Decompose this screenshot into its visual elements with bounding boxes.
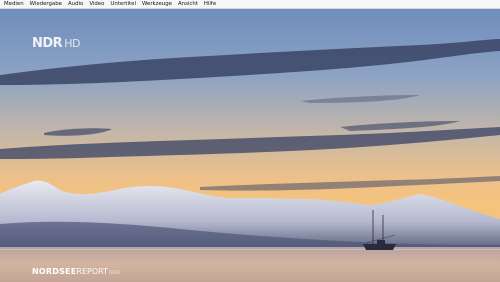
channel-logo-suffix: HD	[64, 37, 80, 50]
program-caption: NORDSEEREPORTNDR	[32, 267, 120, 276]
video-viewport[interactable]: NDR HD	[0, 9, 500, 282]
channel-logo: NDR HD	[32, 36, 80, 51]
menu-help[interactable]: Hilfe	[204, 0, 216, 8]
menu-bar: Medien Wiedergabe Audio Video Untertitel…	[0, 0, 500, 9]
menu-view[interactable]: Ansicht	[178, 0, 198, 8]
channel-logo-text: NDR	[32, 36, 63, 51]
menu-audio[interactable]: Audio	[68, 0, 83, 8]
menu-subtitle[interactable]: Untertitel	[110, 0, 136, 8]
menu-media[interactable]: Medien	[4, 0, 24, 8]
program-caption-small: NDR	[109, 270, 121, 276]
program-caption-regular: REPORT	[76, 267, 108, 276]
menu-tools[interactable]: Werkzeuge	[142, 0, 172, 8]
menu-playback[interactable]: Wiedergabe	[30, 0, 62, 8]
program-caption-bold: NORDSEE	[32, 267, 77, 276]
menu-video[interactable]: Video	[89, 0, 104, 8]
sea	[0, 247, 500, 282]
shoreline	[0, 249, 500, 250]
